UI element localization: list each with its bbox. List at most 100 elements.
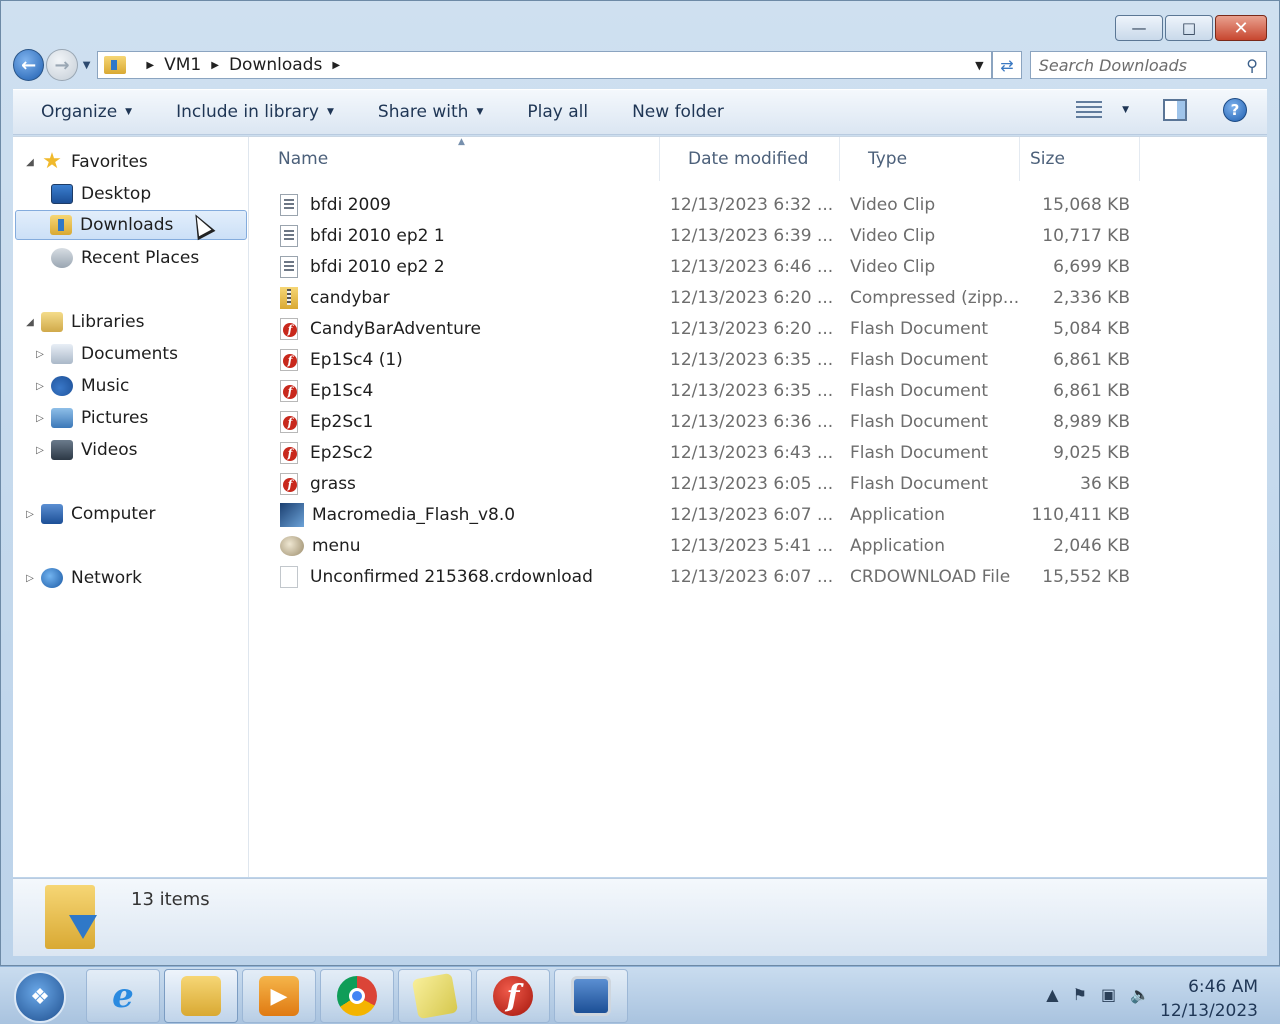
expand-icon[interactable]: ▷ xyxy=(23,573,37,584)
file-name-cell[interactable]: Ep2Sc2 xyxy=(280,437,660,468)
file-name-cell[interactable]: Unconfirmed 215368.crdownload xyxy=(280,561,660,592)
file-row[interactable]: Macromedia_Flash_v8.0 12/13/2023 6:07 ...… xyxy=(250,499,1267,530)
file-name-cell[interactable]: Ep1Sc4 (1) xyxy=(280,344,660,375)
expand-icon[interactable]: ◢ xyxy=(23,317,37,328)
file-name-cell[interactable]: bfdi 2010 ep2 1 xyxy=(280,220,660,251)
search-input[interactable] xyxy=(1038,55,1247,75)
file-row[interactable]: Ep2Sc2 12/13/2023 6:43 ... Flash Document 9… xyxy=(250,437,1267,468)
file-row[interactable]: Ep1Sc4 12/13/2023 6:35 ... Flash Document 6… xyxy=(250,375,1267,406)
nav-label: Computer xyxy=(71,504,156,524)
file-row[interactable]: Unconfirmed 215368.crdownload 12/13/2023 … xyxy=(250,561,1267,592)
file-name-cell[interactable]: bfdi 2010 ep2 2 xyxy=(280,251,660,282)
expand-icon[interactable]: ▷ xyxy=(33,381,47,392)
forward-button[interactable]: → xyxy=(46,49,78,81)
nav-computer[interactable]: ▷ Computer xyxy=(23,499,156,529)
search-box[interactable]: ⚲ xyxy=(1029,51,1267,79)
breadcrumb-vm1[interactable]: VM1 xyxy=(164,55,201,75)
crumb-separator-icon[interactable]: ▶ xyxy=(211,60,219,71)
nav-videos[interactable]: ▷ Videos xyxy=(33,435,138,465)
file-row[interactable]: Ep1Sc4 (1) 12/13/2023 6:35 ... Flash Docum… xyxy=(250,344,1267,375)
downloads-folder-icon xyxy=(45,885,97,949)
expand-icon[interactable]: ▷ xyxy=(33,413,47,424)
taskbar-flash[interactable]: f xyxy=(476,969,550,1023)
file-row[interactable]: bfdi 2010 ep2 2 12/13/2023 6:46 ... Video … xyxy=(250,251,1267,282)
help-icon[interactable]: ? xyxy=(1223,98,1247,122)
include-in-library-button[interactable]: Include in library ▼ xyxy=(176,102,334,122)
organize-button[interactable]: Organize ▼ xyxy=(41,102,132,122)
nav-pictures[interactable]: ▷ Pictures xyxy=(33,403,148,433)
chevron-down-icon: ▼ xyxy=(326,107,334,117)
column-header-type[interactable]: Type xyxy=(840,137,1020,181)
nav-music[interactable]: ▷ Music xyxy=(33,371,129,401)
taskbar-media-player[interactable]: ▶ xyxy=(242,969,316,1023)
nav-desktop[interactable]: Desktop xyxy=(47,179,151,209)
minimize-button[interactable]: — xyxy=(1115,15,1163,41)
preview-pane-icon[interactable] xyxy=(1163,99,1187,121)
file-date: 12/13/2023 6:39 ... xyxy=(670,225,834,246)
share-with-button[interactable]: Share with ▼ xyxy=(378,102,483,122)
action-center-flag-icon[interactable]: ⚑ xyxy=(1073,985,1087,1004)
network-status-icon[interactable]: ▣ xyxy=(1101,985,1116,1004)
file-row[interactable]: bfdi 2010 ep2 1 12/13/2023 6:39 ... Video … xyxy=(250,220,1267,251)
breadcrumb-downloads[interactable]: Downloads xyxy=(229,55,322,75)
close-button[interactable]: ✕ xyxy=(1215,15,1267,41)
file-name-cell[interactable]: Ep1Sc4 xyxy=(280,375,660,406)
crumb-separator-icon[interactable]: ▶ xyxy=(146,60,154,71)
taskbar-chrome[interactable] xyxy=(320,969,394,1023)
new-folder-button[interactable]: New folder xyxy=(632,102,724,122)
nav-network[interactable]: ▷ Network xyxy=(23,563,142,593)
file-row[interactable]: candybar 12/13/2023 6:20 ... Compressed (z… xyxy=(250,282,1267,313)
nav-recent-places[interactable]: Recent Places xyxy=(47,243,199,273)
app2-file-icon xyxy=(280,535,304,556)
file-size: 2,046 KB xyxy=(1053,535,1130,556)
column-header-date[interactable]: Date modified xyxy=(660,137,840,181)
show-hidden-icons-icon[interactable]: ▲ xyxy=(1046,985,1058,1004)
file-row[interactable]: CandyBarAdventure 12/13/2023 6:20 ... Flas… xyxy=(250,313,1267,344)
nav-libraries[interactable]: ◢ Libraries xyxy=(23,307,144,337)
nav-documents[interactable]: ▷ Documents xyxy=(33,339,178,369)
expand-icon[interactable]: ▷ xyxy=(33,445,47,456)
maximize-button[interactable]: □ xyxy=(1165,15,1213,41)
file-row[interactable]: Ep2Sc1 12/13/2023 6:36 ... Flash Document 8… xyxy=(250,406,1267,437)
views-icon[interactable] xyxy=(1076,101,1103,119)
volume-muted-icon[interactable]: 🔈 xyxy=(1130,985,1150,1004)
desktop-icon xyxy=(51,184,73,204)
views-dropdown-icon[interactable]: ▼ xyxy=(1122,105,1129,115)
file-name-cell[interactable]: CandyBarAdventure xyxy=(280,313,660,344)
play-all-button[interactable]: Play all xyxy=(527,102,588,122)
flash-file-icon xyxy=(280,472,298,495)
taskbar-sticky-notes[interactable] xyxy=(398,969,472,1023)
expand-icon[interactable]: ▷ xyxy=(23,509,37,520)
file-name-cell[interactable]: Ep2Sc1 xyxy=(280,406,660,437)
file-date: 12/13/2023 6:07 ... xyxy=(670,566,834,587)
taskbar-internet-explorer[interactable]: e xyxy=(86,969,160,1023)
nav-favorites[interactable]: ◢ ★ Favorites xyxy=(23,147,148,177)
crumb-separator-icon[interactable]: ▶ xyxy=(332,60,340,71)
file-row[interactable]: bfdi 2009 12/13/2023 6:32 ... Video Clip 15… xyxy=(250,189,1267,220)
taskbar-windows-explorer[interactable] xyxy=(164,969,238,1023)
clock-date: 12/13/2023 xyxy=(1160,1001,1258,1021)
video-file-icon xyxy=(280,224,298,247)
clock[interactable]: 6:46 AM 12/13/2023 xyxy=(1160,975,1258,1023)
nav-label: Network xyxy=(71,568,142,588)
start-button[interactable]: ❖ xyxy=(14,971,66,1023)
file-name-cell[interactable]: candybar xyxy=(280,282,660,313)
address-bar[interactable]: ▶ VM1 ▶ Downloads ▶ ▼ xyxy=(97,51,993,79)
refresh-icon[interactable]: ⇄ xyxy=(992,51,1022,79)
address-dropdown-icon[interactable]: ▼ xyxy=(967,59,991,72)
file-name-cell[interactable]: bfdi 2009 xyxy=(280,189,660,220)
taskbar-remote-desktop[interactable] xyxy=(554,969,628,1023)
file-row[interactable]: grass 12/13/2023 6:05 ... Flash Document 36… xyxy=(250,468,1267,499)
expand-icon[interactable]: ◢ xyxy=(23,157,37,168)
expand-icon[interactable]: ▷ xyxy=(33,349,47,360)
column-header-name[interactable]: Name xyxy=(250,137,660,181)
search-icon[interactable]: ⚲ xyxy=(1246,56,1258,75)
recent-pages-dropdown[interactable]: ▼ xyxy=(80,60,94,71)
back-button[interactable]: ← xyxy=(13,49,45,81)
file-name-cell[interactable]: menu xyxy=(280,530,660,561)
column-header-size[interactable]: Size xyxy=(1020,137,1140,181)
file-row[interactable]: menu 12/13/2023 5:41 ... Application 2,046 … xyxy=(250,530,1267,561)
file-name-cell[interactable]: grass xyxy=(280,468,660,499)
downloads-folder-icon xyxy=(104,56,127,74)
file-name-cell[interactable]: Macromedia_Flash_v8.0 xyxy=(280,499,660,530)
